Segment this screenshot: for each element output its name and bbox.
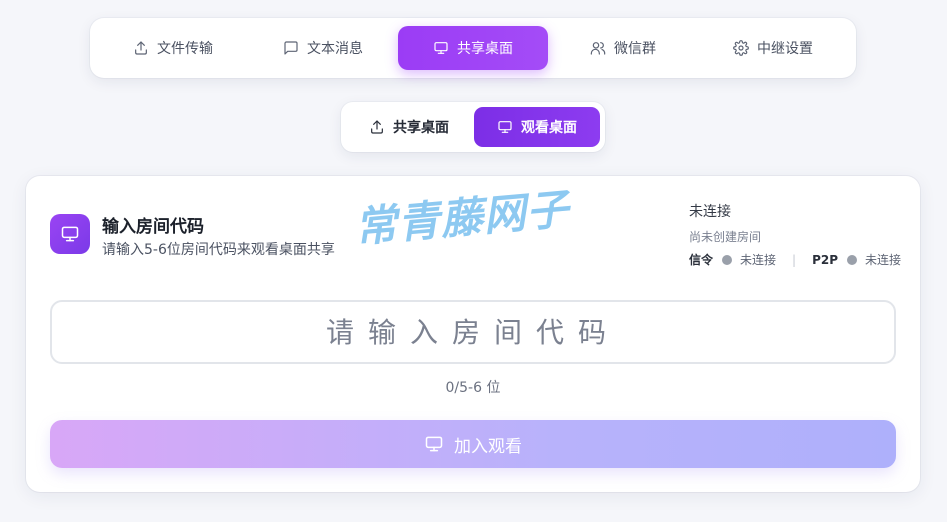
monitor-icon — [425, 436, 443, 452]
room-code-input[interactable] — [50, 300, 896, 364]
join-watch-button[interactable]: 加入观看 — [50, 420, 896, 468]
signal-label: 信令 — [689, 253, 714, 267]
signal-status-dot — [722, 254, 733, 265]
join-button-label: 加入观看 — [454, 436, 522, 457]
status-divider: | — [792, 252, 797, 267]
signal-status: 未连接 — [740, 253, 777, 267]
connection-details: 信令 未连接 | P2P 未连接 — [689, 251, 901, 268]
top-nav: 文件传输 文本消息 共享桌面 微信群 中继设置 — [90, 18, 856, 78]
users-icon — [590, 42, 606, 55]
room-status: 尚未创建房间 — [689, 230, 762, 244]
gear-icon — [733, 40, 749, 56]
mode-label: 观看桌面 — [521, 120, 577, 136]
connection-status: 未连接 — [689, 204, 731, 220]
mode-watch-desktop[interactable]: 观看桌面 — [474, 107, 600, 147]
nav-tab-label: 文件传输 — [157, 41, 213, 57]
code-length-counter: 0/5-6 位 — [445, 380, 501, 396]
card-title: 输入房间代码 — [102, 217, 204, 237]
p2p-status: 未连接 — [865, 253, 902, 267]
upload-icon — [371, 120, 383, 134]
p2p-label: P2P — [812, 252, 839, 267]
mode-share-desktop[interactable]: 共享桌面 — [346, 107, 472, 147]
nav-tab-label: 中继设置 — [757, 41, 813, 57]
nav-tab-file-transfer[interactable]: 文件传输 — [98, 26, 248, 70]
monitor-icon — [434, 42, 448, 54]
nav-tab-text-message[interactable]: 文本消息 — [248, 26, 398, 70]
upload-icon — [135, 41, 147, 55]
nav-tab-label: 微信群 — [614, 41, 656, 57]
monitor-icon — [61, 226, 79, 242]
nav-tab-share-desktop[interactable]: 共享桌面 — [398, 26, 548, 70]
nav-tab-wechat-group[interactable]: 微信群 — [548, 26, 698, 70]
mode-label: 共享桌面 — [393, 120, 449, 136]
card-header-icon — [50, 214, 90, 254]
p2p-status-dot — [847, 254, 858, 265]
nav-tab-label: 文本消息 — [307, 41, 363, 57]
message-icon — [284, 41, 298, 55]
nav-tab-label: 共享桌面 — [457, 41, 513, 57]
nav-tab-relay-settings[interactable]: 中继设置 — [698, 26, 848, 70]
desktop-mode-toggle: 共享桌面 观看桌面 — [341, 102, 605, 152]
join-room-card: 输入房间代码 请输入5-6位房间代码来观看桌面共享 未连接 尚未创建房间 信令 … — [26, 176, 920, 492]
card-subtitle: 请输入5-6位房间代码来观看桌面共享 — [102, 242, 335, 258]
monitor-icon — [498, 121, 512, 133]
